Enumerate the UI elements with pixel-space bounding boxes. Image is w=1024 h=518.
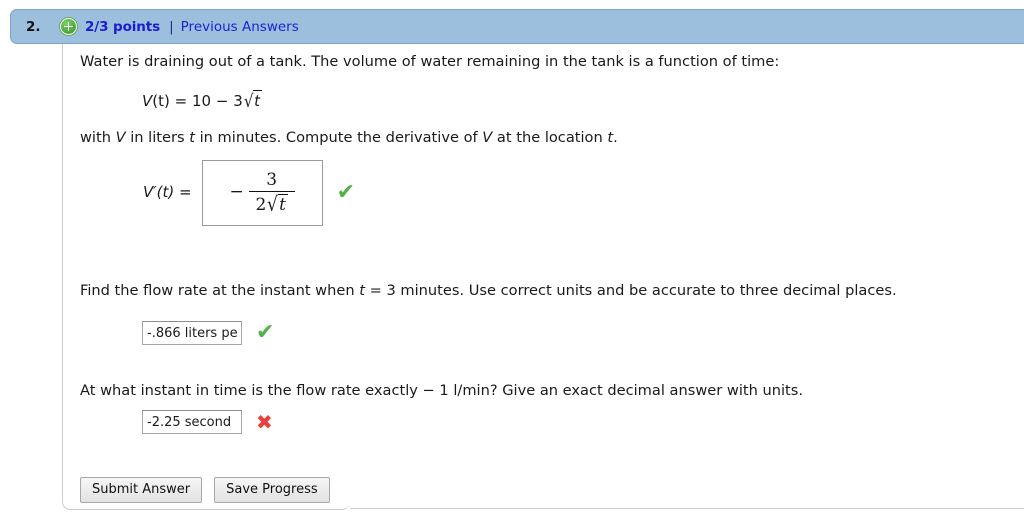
radical-glyph: √ xyxy=(267,191,279,216)
formula-minus: − xyxy=(215,92,229,110)
units-text-5: . xyxy=(613,129,618,146)
part2-prompt-text-a: Find the flow rate at the instant when xyxy=(80,282,360,299)
units-instruction-text: with V in liters t in minutes. Compute t… xyxy=(80,128,1004,148)
checkmark-icon: ✔ xyxy=(336,180,356,205)
derivative-expression: − 3 2√t xyxy=(229,170,295,215)
part3-prompt: At what instant in time is the flow rate… xyxy=(80,382,803,399)
derivative-label: V′(t) = xyxy=(143,183,192,201)
formula-coefficient: 3 xyxy=(233,92,243,110)
volume-formula: V(t) = 10 − 3√t xyxy=(142,90,1004,112)
units-text-1: with xyxy=(80,129,116,146)
formula-argument: (t) xyxy=(152,92,170,110)
question-content: Water is draining out of a tank. The vol… xyxy=(80,52,1004,148)
formula-constant: 10 xyxy=(192,92,212,110)
part2-prompt: Find the flow rate at the instant when t… xyxy=(80,281,1004,301)
header-separator: | xyxy=(169,18,174,35)
units-var-v: V xyxy=(115,129,126,146)
action-button-row: Submit Answer Save Progress xyxy=(80,477,330,503)
fraction: 3 2√t xyxy=(248,170,295,215)
fraction-numerator: 3 xyxy=(266,170,278,191)
question-intro-text: Water is draining out of a tank. The vol… xyxy=(80,53,780,70)
part2-answer-input[interactable] xyxy=(142,321,242,345)
radical-glyph: √ xyxy=(243,92,254,112)
sqrt-icon: √t xyxy=(266,193,288,215)
fraction-denominator: 2√t xyxy=(252,192,290,215)
fraction-minus-sign: − xyxy=(229,182,244,203)
problem-number: 2. xyxy=(26,18,41,35)
derivative-answer-row: V′(t) = − 3 2√t ✔ xyxy=(143,160,355,226)
formula-radicand: t xyxy=(253,90,262,110)
submit-answer-button[interactable]: Submit Answer xyxy=(80,477,203,503)
units-text-3: in minutes. Compute the derivative of xyxy=(194,129,483,146)
part3-answer-row: ✖ xyxy=(142,410,273,434)
previous-answers-link[interactable]: Previous Answers xyxy=(181,19,299,35)
units-text-2: in liters xyxy=(125,129,190,146)
formula-equals: = xyxy=(174,92,188,110)
sqrt-icon: √t xyxy=(243,90,262,112)
cross-mark-icon: ✖ xyxy=(256,410,273,434)
part2-answer-row: ✔ xyxy=(142,321,274,345)
save-progress-button[interactable]: Save Progress xyxy=(214,477,330,503)
denominator-coefficient: 2 xyxy=(255,194,267,215)
checkmark-icon: ✔ xyxy=(256,320,275,345)
denominator-radicand: t xyxy=(278,193,288,215)
panel-bottom-rule xyxy=(350,508,1024,509)
derivative-answer-box[interactable]: − 3 2√t xyxy=(201,160,323,226)
plus-circle-icon[interactable] xyxy=(60,18,77,35)
points-earned-label: 2/3 points xyxy=(85,18,161,35)
formula-function-name: V xyxy=(142,92,153,110)
part3-answer-input[interactable] xyxy=(142,410,242,434)
units-text-4: at the location xyxy=(492,129,608,146)
problem-header-bar: 2. 2/3 points | Previous Answers xyxy=(10,9,1024,44)
units-var-v2: V xyxy=(482,129,493,146)
part2-prompt-text-b: = 3 minutes. Use correct units and be ac… xyxy=(364,282,897,299)
